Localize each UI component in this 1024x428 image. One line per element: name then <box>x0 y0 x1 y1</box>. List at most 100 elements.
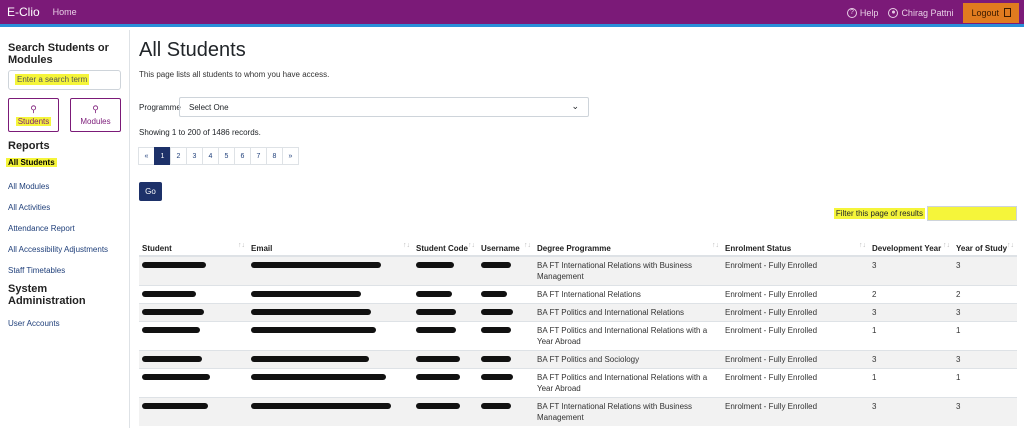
table-header-row: Student ↑↓ Email ↑↓ Student Code ↑↓ Usernam… <box>139 228 1017 257</box>
help-label: Help <box>859 7 879 18</box>
email-cell[interactable] <box>248 350 413 369</box>
year-cell: 2 <box>953 285 1017 304</box>
programme-label: Programme <box>139 102 181 112</box>
email-cell[interactable] <box>248 303 413 322</box>
brand-logo[interactable]: E-Clio <box>7 5 40 19</box>
table-row[interactable]: BA FT Politics and Sociology Enrolment -… <box>139 350 1017 369</box>
code-cell <box>413 321 478 351</box>
sidebar-item-user-accounts[interactable]: User Accounts <box>8 319 121 328</box>
student-cell[interactable] <box>139 321 248 351</box>
email-cell[interactable] <box>248 368 413 398</box>
page-6[interactable]: 6 <box>234 147 251 165</box>
redacted-code <box>416 291 452 297</box>
table-row[interactable]: BA FT International Relations Enrolment … <box>139 285 1017 304</box>
sidebar-item-all-students[interactable]: All Students <box>6 158 57 167</box>
col-username[interactable]: Username ↑↓ <box>478 228 534 257</box>
redacted-email <box>251 309 371 315</box>
students-button-label: Students <box>15 117 52 126</box>
user-menu[interactable]: ● Chirag Pattni <box>888 7 953 18</box>
status-cell: Enrolment - Fully Enrolled <box>722 303 869 322</box>
col-enrolment-status-label: Enrolment Status <box>725 244 792 253</box>
logout-button[interactable]: Logout <box>963 2 1019 23</box>
redacted-username <box>481 327 511 333</box>
student-cell[interactable] <box>139 350 248 369</box>
page-prev[interactable]: « <box>138 147 155 165</box>
status-cell: Enrolment - Fully Enrolled <box>722 368 869 398</box>
sort-icon: ↑↓ <box>468 242 475 249</box>
sort-icon: ↑↓ <box>1007 242 1014 249</box>
redacted-username <box>481 309 513 315</box>
dev-year-cell: 3 <box>869 255 953 286</box>
page-next[interactable]: » <box>282 147 299 165</box>
redacted-email <box>251 356 369 362</box>
sidebar-item-staff-timetables[interactable]: Staff Timetables <box>8 266 121 275</box>
student-cell[interactable] <box>139 397 248 426</box>
modules-search-button[interactable]: ⚲ Modules <box>70 98 121 132</box>
email-cell[interactable] <box>248 321 413 351</box>
redacted-name <box>142 327 200 333</box>
programme-cell: BA FT International Relations with Busin… <box>534 397 722 426</box>
search-input[interactable]: Enter a search term <box>8 70 121 90</box>
col-email[interactable]: Email ↑↓ <box>248 228 413 257</box>
sidebar-item-accessibility-adjustments[interactable]: All Accessibility Adjustments <box>8 245 121 254</box>
programme-cell: BA FT Politics and Sociology <box>534 350 722 369</box>
redacted-username <box>481 291 507 297</box>
page-4[interactable]: 4 <box>202 147 219 165</box>
sort-icon: ↑↓ <box>524 242 531 249</box>
logout-label: Logout <box>971 7 999 18</box>
sidebar-item-all-activities[interactable]: All Activities <box>8 203 121 212</box>
col-development-year[interactable]: Development Year ↑↓ <box>869 228 953 257</box>
top-navbar: E-Clio Home ? Help ● Chirag Pattni Logou… <box>0 0 1024 27</box>
col-student-code[interactable]: Student Code ↑↓ <box>413 228 478 257</box>
modules-button-label: Modules <box>80 117 111 126</box>
email-cell[interactable] <box>248 255 413 286</box>
page-8[interactable]: 8 <box>266 147 283 165</box>
table-row[interactable]: BA FT Politics and International Relatio… <box>139 368 1017 398</box>
username-cell <box>478 321 534 351</box>
email-cell[interactable] <box>248 285 413 304</box>
user-icon: ● <box>888 7 899 18</box>
student-cell[interactable] <box>139 368 248 398</box>
table-row[interactable]: BA FT International Relations with Busin… <box>139 397 1017 426</box>
col-development-year-label: Development Year <box>872 244 942 253</box>
programme-select[interactable]: Select One ⌄ <box>179 97 589 117</box>
student-cell[interactable] <box>139 285 248 304</box>
student-cell[interactable] <box>139 255 248 286</box>
redacted-email <box>251 327 376 333</box>
redacted-code <box>416 262 454 268</box>
page-1[interactable]: 1 <box>154 147 171 165</box>
username-cell <box>478 350 534 369</box>
go-button[interactable]: Go <box>139 182 162 201</box>
dev-year-cell: 3 <box>869 303 953 322</box>
page-5[interactable]: 5 <box>218 147 235 165</box>
redacted-email <box>251 262 381 268</box>
col-student[interactable]: Student ↑↓ <box>139 228 248 257</box>
students-search-button[interactable]: ⚲ Students <box>8 98 59 132</box>
col-year-of-study[interactable]: Year of Study ↑↓ <box>953 228 1017 257</box>
system-admin-heading: System Administration <box>8 283 86 307</box>
table-row[interactable]: BA FT Politics and International Relatio… <box>139 303 1017 322</box>
chevron-down-icon: ⌄ <box>571 101 579 111</box>
reports-heading: Reports <box>8 140 50 152</box>
email-cell[interactable] <box>248 397 413 426</box>
col-degree-programme[interactable]: Degree Programme ↑↓ <box>534 228 722 257</box>
code-cell <box>413 350 478 369</box>
page-3[interactable]: 3 <box>186 147 203 165</box>
col-enrolment-status[interactable]: Enrolment Status ↑↓ <box>722 228 869 257</box>
home-link[interactable]: Home <box>53 7 77 17</box>
redacted-name <box>142 374 210 380</box>
sidebar-item-all-modules[interactable]: All Modules <box>8 182 121 191</box>
table-row[interactable]: BA FT Politics and International Relatio… <box>139 321 1017 351</box>
sidebar-item-attendance-report[interactable]: Attendance Report <box>8 224 121 233</box>
username-cell <box>478 285 534 304</box>
status-cell: Enrolment - Fully Enrolled <box>722 350 869 369</box>
filter-input[interactable] <box>927 206 1017 221</box>
student-cell[interactable] <box>139 303 248 322</box>
page-7[interactable]: 7 <box>250 147 267 165</box>
programme-cell: BA FT Politics and International Relatio… <box>534 303 722 322</box>
table-row[interactable]: BA FT International Relations with Busin… <box>139 255 1017 286</box>
page-2[interactable]: 2 <box>170 147 187 165</box>
redacted-code <box>416 403 460 409</box>
code-cell <box>413 255 478 286</box>
help-link[interactable]: ? Help <box>846 7 879 18</box>
